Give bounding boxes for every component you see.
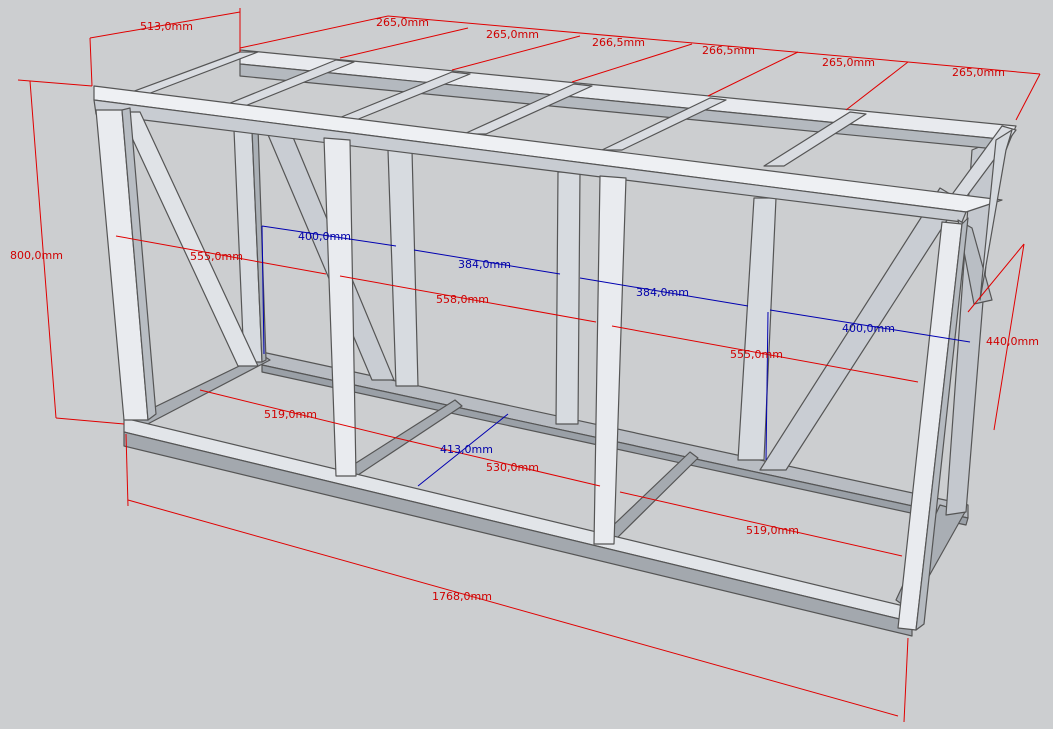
label-total-length: 1768,0mm: [432, 590, 492, 603]
label-bottom-span-left: 519,0mm: [264, 408, 317, 421]
label-back-gap-left: 400,0mm: [298, 230, 351, 243]
label-back-gap-right: 400,0mm: [842, 322, 895, 335]
label-width-top: 513,0mm: [140, 20, 193, 33]
label-bottom-depth: 413,0mm: [440, 443, 493, 456]
label-top-spacing-2: 265,0mm: [486, 28, 539, 41]
label-back-gap-mid-2: 384,0mm: [636, 286, 689, 299]
label-front-span-mid: 558,0mm: [436, 293, 489, 306]
label-top-spacing-5: 265,0mm: [822, 56, 875, 69]
label-top-spacing-1: 265,0mm: [376, 16, 429, 29]
label-bottom-span-mid: 530,0mm: [486, 461, 539, 474]
label-bottom-span-right: 519,0mm: [746, 524, 799, 537]
label-front-span-left: 555,0mm: [190, 250, 243, 263]
label-front-span-right: 555,0mm: [730, 348, 783, 361]
label-height: 800,0mm: [10, 249, 63, 262]
label-right-side: 440,0mm: [986, 335, 1039, 348]
label-top-spacing-3: 266,5mm: [592, 36, 645, 49]
label-back-gap-mid-1: 384,0mm: [458, 258, 511, 271]
frame-diagram: 513,0mm 265,0mm 265,0mm 266,5mm 266,5mm …: [0, 0, 1053, 729]
label-top-spacing-4: 266,5mm: [702, 44, 755, 57]
label-top-spacing-6: 265,0mm: [952, 66, 1005, 79]
